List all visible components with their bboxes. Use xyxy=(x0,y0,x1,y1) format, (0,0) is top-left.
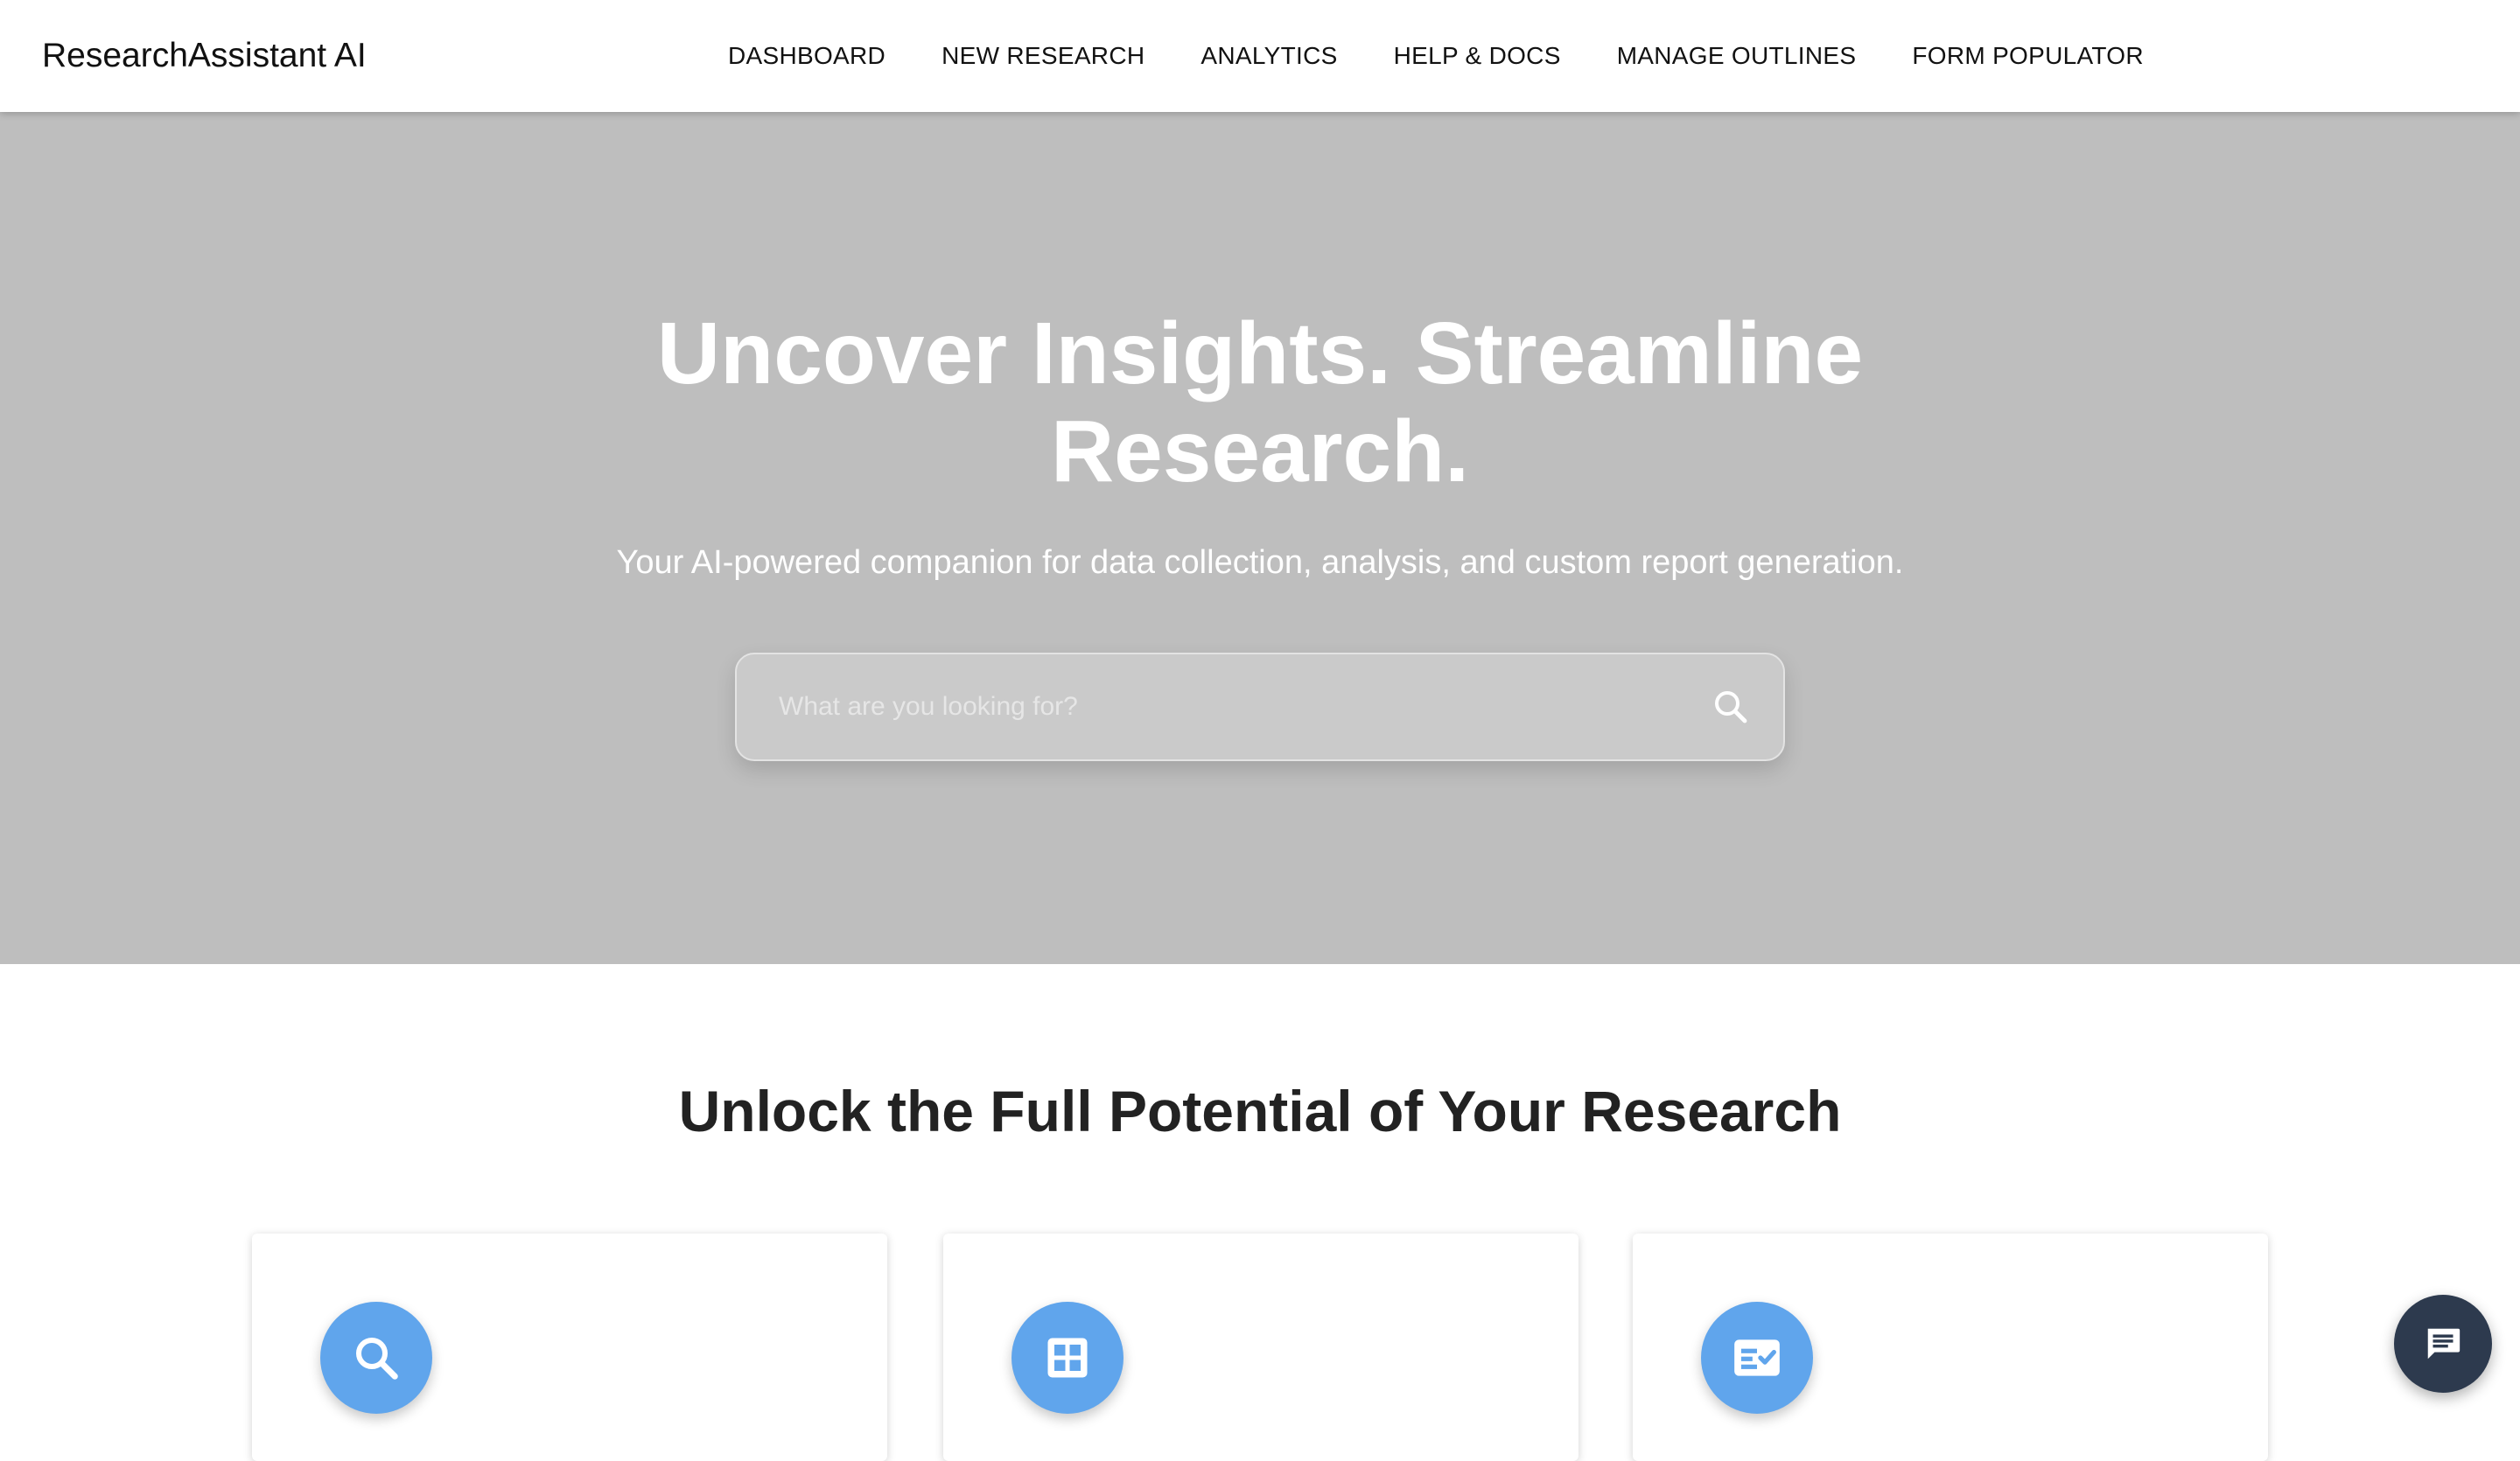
feature-card-search[interactable] xyxy=(252,1234,887,1461)
search-button[interactable] xyxy=(1710,686,1752,728)
search-bar xyxy=(735,653,1785,761)
feature-card-grid[interactable] xyxy=(943,1234,1578,1461)
feature-card-checklist[interactable] xyxy=(1633,1234,2268,1461)
feature-icon-badge xyxy=(1012,1302,1124,1414)
features-heading: Unlock the Full Potential of Your Resear… xyxy=(678,1079,1842,1143)
chat-icon xyxy=(2427,1328,2460,1360)
main-nav: DASHBOARD NEW RESEARCH ANALYTICS HELP & … xyxy=(728,0,2144,112)
search-icon xyxy=(356,1338,398,1380)
nav-manage-outlines[interactable]: MANAGE OUTLINES xyxy=(1617,42,1857,70)
hero-title: Uncover Insights. Streamline Research. xyxy=(560,304,1960,500)
nav-help-docs[interactable]: HELP & DOCS xyxy=(1394,42,1561,70)
hero-section: Uncover Insights. Streamline Research. Y… xyxy=(0,112,2520,964)
nav-new-research[interactable]: NEW RESEARCH xyxy=(942,42,1144,70)
grid-icon xyxy=(1047,1338,1088,1378)
nav-analytics[interactable]: ANALYTICS xyxy=(1200,42,1337,70)
checklist-icon xyxy=(1734,1339,1780,1376)
chat-button[interactable] xyxy=(2394,1295,2492,1393)
hero-subtitle: Your AI-powered companion for data colle… xyxy=(616,544,1904,581)
brand-logo[interactable]: ResearchAssistant AI xyxy=(42,0,367,112)
search-input[interactable] xyxy=(779,654,1671,759)
hero-title-line-2: Research. xyxy=(1050,402,1470,500)
nav-form-populator[interactable]: FORM POPULATOR xyxy=(1912,42,2144,70)
search-icon xyxy=(1715,691,1747,724)
hero-title-line-1: Uncover Insights. Streamline xyxy=(656,304,1864,402)
nav-dashboard[interactable]: DASHBOARD xyxy=(728,42,886,70)
top-navigation-bar: ResearchAssistant AI DASHBOARD NEW RESEA… xyxy=(0,0,2520,112)
feature-icon-badge xyxy=(1701,1302,1813,1414)
feature-icon-badge xyxy=(320,1302,432,1414)
